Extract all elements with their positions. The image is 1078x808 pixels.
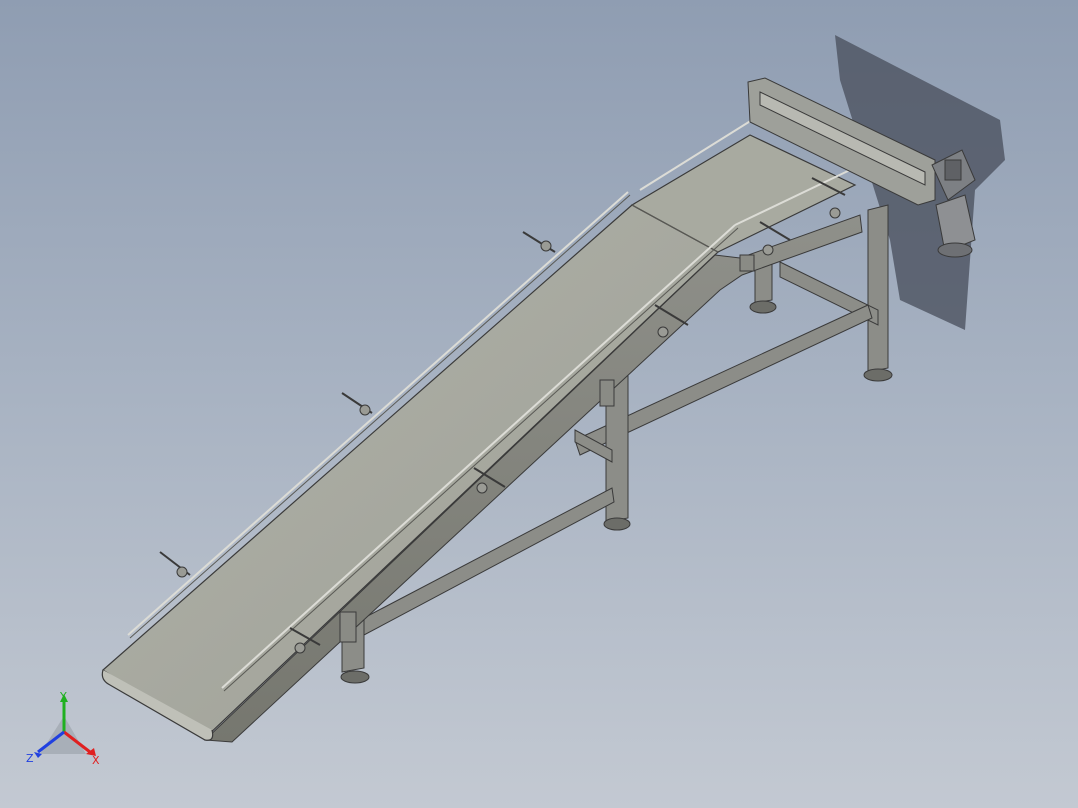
z-axis-label: Z: [26, 752, 34, 765]
y-axis-label: Y: [59, 692, 67, 703]
belt-surface: [101, 134, 857, 741]
bracket-2: [341, 392, 373, 416]
x-axis-label: X: [92, 754, 100, 767]
bracket-1: [159, 551, 191, 578]
coordinate-triad[interactable]: Y X Z: [24, 692, 108, 772]
foot-mid: [603, 517, 631, 531]
conveyor-model[interactable]: [0, 0, 1078, 808]
plate-front: [339, 611, 357, 643]
leg-rear-right: [867, 204, 889, 373]
motor-terminal-box: [944, 159, 962, 181]
motor-end-cap: [937, 242, 973, 258]
plate-rear: [739, 254, 755, 272]
cad-graphics-viewport[interactable]: Y X Z: [0, 0, 1078, 808]
foot-rear-right: [863, 368, 893, 382]
foot-front: [340, 670, 370, 684]
bracket-3: [522, 231, 556, 253]
plate-mid: [599, 379, 615, 407]
foot-rear-left: [749, 300, 777, 314]
